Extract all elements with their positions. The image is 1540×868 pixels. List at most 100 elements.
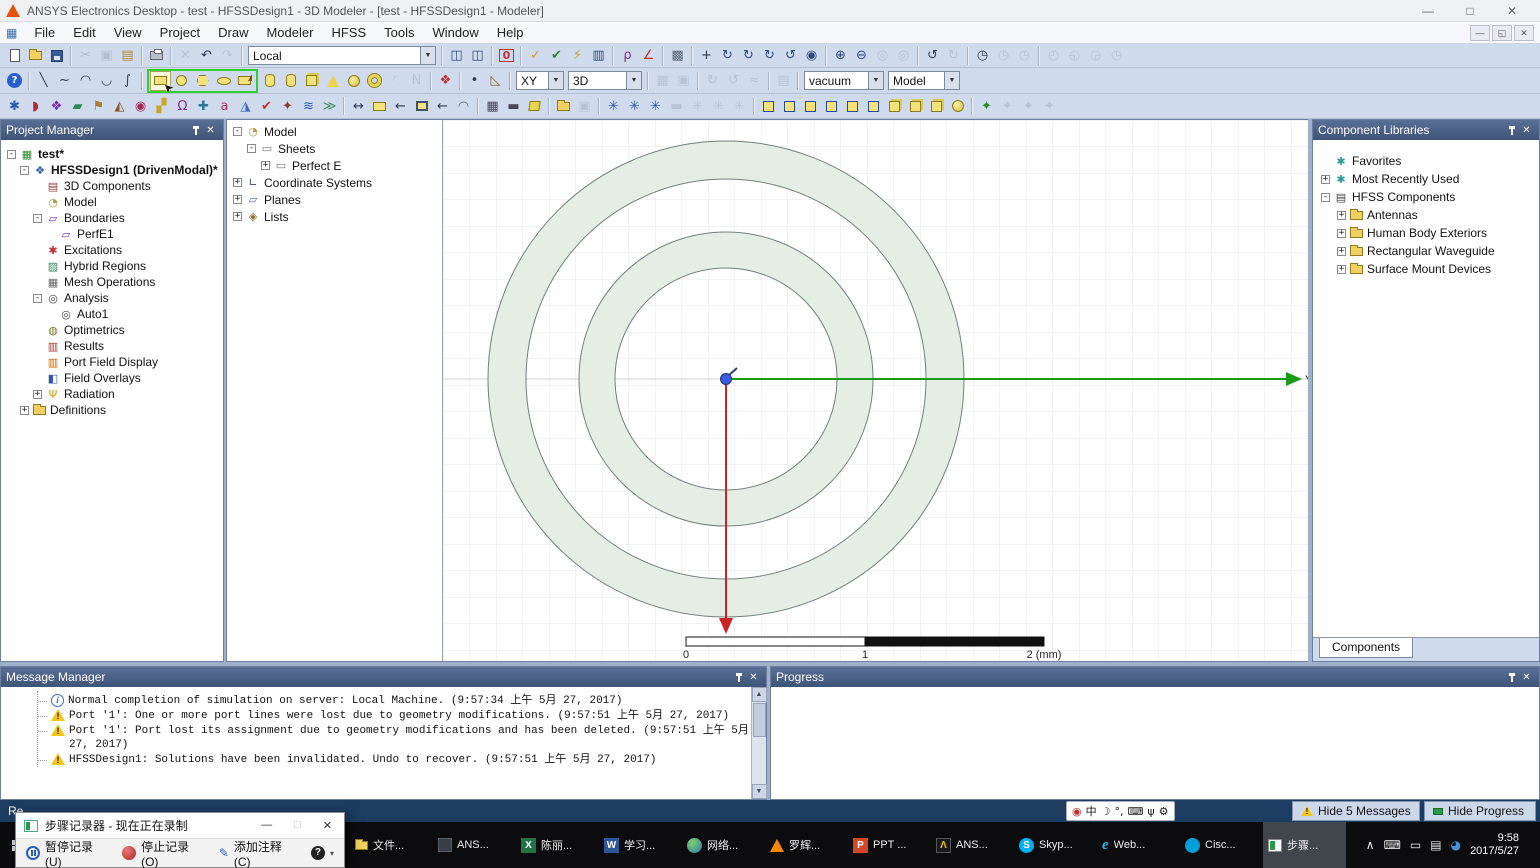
datasets-button[interactable]: ◮	[235, 96, 256, 116]
sweep-tool-button[interactable]	[947, 96, 968, 116]
chevron-down-icon[interactable]: ▼	[626, 72, 641, 89]
tree-expander[interactable]: +	[1337, 246, 1346, 256]
mirror-button[interactable]: ✳	[645, 96, 666, 116]
coordinate-system-select[interactable]: Local ▼	[248, 46, 436, 65]
tree-item-3d-components[interactable]: ▤ 3D Components	[3, 178, 223, 194]
taskbar-item-item[interactable]: 网络...	[682, 822, 765, 868]
menu-project[interactable]: Project	[151, 22, 209, 44]
menu-file[interactable]: File	[25, 22, 64, 44]
taskbar-item-item[interactable]: X 陈丽...	[516, 822, 599, 868]
material-select[interactable]: vacuum ▼	[804, 71, 884, 90]
chevron-down-icon[interactable]: ▼	[944, 72, 959, 89]
tree-expander[interactable]: +	[20, 405, 29, 415]
menu-modeler[interactable]: Modeler	[257, 22, 322, 44]
tree-item-model[interactable]: - ◔ Model	[229, 123, 442, 140]
punctuation-mode-icon[interactable]: °,	[1114, 806, 1123, 817]
tree-expander[interactable]: +	[1337, 228, 1346, 238]
assign-excitation-button[interactable]: ▰	[67, 96, 88, 116]
snap-mode-button[interactable]: ↔	[348, 96, 369, 116]
solution-type-button[interactable]: ✱	[4, 96, 25, 116]
pick-arc-button[interactable]: ◠	[453, 96, 474, 116]
chevron-down-icon[interactable]: ▼	[420, 47, 435, 64]
vector-fields-button[interactable]: ≫	[319, 96, 340, 116]
tree-item-results[interactable]: ▥ Results	[3, 338, 223, 354]
select-object-button[interactable]	[369, 96, 390, 116]
taskbar-item-cisc[interactable]: Cisc...	[1180, 822, 1263, 868]
tree-expander[interactable]: -	[1321, 192, 1330, 202]
tree-item-definitions[interactable]: + Definitions	[3, 402, 223, 418]
copy-image-button[interactable]: ▩	[667, 46, 688, 66]
menu-draw[interactable]: Draw	[209, 22, 257, 44]
tree-expander[interactable]: -	[233, 127, 242, 136]
tree-item-hfssdesign1-drivenmodal[interactable]: - ❖ HFSSDesign1 (DrivenModal)*	[3, 162, 223, 178]
modeler-viewport[interactable]: Y 0 1 2 (mm)	[443, 120, 1313, 661]
dynamic-zoom-button[interactable]: ◉	[801, 46, 822, 66]
tree-item-analysis[interactable]: - ◎ Analysis	[3, 290, 223, 306]
hide-progress-button[interactable]: Hide Progress	[1424, 801, 1536, 821]
chevron-down-icon[interactable]: ▼	[868, 72, 883, 89]
pause-recording-button[interactable]: 暂停记录(U)	[26, 838, 109, 868]
hide-messages-button[interactable]: Hide 5 Messages	[1292, 801, 1420, 821]
tab-components[interactable]: Components	[1319, 638, 1414, 658]
dynamic-rotate-button[interactable]: ↺	[780, 46, 801, 66]
tree-item-planes[interactable]: + ▱ Planes	[229, 191, 442, 208]
optimetrics-setup-button[interactable]: ◉	[130, 96, 151, 116]
notes-icon[interactable]: ▤	[1430, 839, 1441, 851]
tree-item-excitations[interactable]: ✱ Excitations	[3, 242, 223, 258]
tree-item-mesh-operations[interactable]: ▦ Mesh Operations	[3, 274, 223, 290]
connect-button[interactable]	[926, 96, 947, 116]
pin-icon[interactable]	[731, 670, 746, 685]
save-button[interactable]	[46, 46, 67, 66]
subtract-button[interactable]	[779, 96, 800, 116]
validate-design-button[interactable]: ◗	[25, 96, 46, 116]
tree-expander[interactable]: +	[233, 178, 242, 187]
tree-item-coordinate-systems[interactable]: + ∟ Coordinate Systems	[229, 174, 442, 191]
draw-equation-curve-button[interactable]: ∫	[117, 71, 138, 91]
move-button[interactable]: ✳	[603, 96, 624, 116]
pan-button[interactable]: +	[696, 46, 717, 66]
zoom-out-button[interactable]: ⊖	[851, 46, 872, 66]
draw-arc-3point-button[interactable]: ◡	[96, 71, 117, 91]
draw-line-button[interactable]: ╲	[33, 71, 54, 91]
soft-keyboard-icon[interactable]: ⌨	[1127, 806, 1143, 817]
solve-queue-button[interactable]: ▥	[588, 46, 609, 66]
menu-hfss[interactable]: HFSS	[322, 22, 375, 44]
draw-arc-center-button[interactable]: ◠	[75, 71, 96, 91]
select-by-name-button[interactable]	[411, 96, 432, 116]
maximize-button[interactable]: □	[1462, 4, 1478, 18]
tree-item-sheets[interactable]: - ▭ Sheets	[229, 140, 442, 157]
model-filter-select[interactable]: Model ▼	[888, 71, 960, 90]
pin-icon[interactable]	[188, 123, 203, 138]
tray-app-icon[interactable]: ◕	[1451, 839, 1461, 851]
half-full-width-icon[interactable]: ☽	[1101, 806, 1111, 817]
new-button[interactable]	[4, 46, 25, 66]
language-indicator-icon[interactable]: ◉	[1072, 806, 1082, 817]
draw-spline-button[interactable]: ~	[54, 71, 75, 91]
analyze-all-button[interactable]: ⚡	[567, 46, 588, 66]
draw-rectangle-button[interactable]: ➤	[150, 70, 176, 96]
chevron-down-icon[interactable]: ▾	[330, 849, 334, 858]
menu-window[interactable]: Window	[423, 22, 487, 44]
scroll-thumb[interactable]	[752, 703, 766, 737]
zoom-in-button[interactable]: ⊕	[830, 46, 851, 66]
tree-item-perfect-e[interactable]: + ▭ Perfect E	[229, 157, 442, 174]
rotate-model-center-button[interactable]: ↻	[759, 46, 780, 66]
taskbar-item-item[interactable]: W 学习...	[599, 822, 682, 868]
mesh-settings-button[interactable]: ⚑	[88, 96, 109, 116]
new-window-button[interactable]: ◫	[446, 46, 467, 66]
display-icon[interactable]: ▭	[1410, 839, 1421, 851]
close-icon[interactable]: ✕	[1519, 123, 1534, 138]
pick-edge-button[interactable]: ←	[432, 96, 453, 116]
undo-button[interactable]: ↶	[196, 46, 217, 66]
child-close-button[interactable]: ✕	[1514, 24, 1534, 41]
taskbar-item-item[interactable]: 文件...	[350, 822, 433, 868]
field-overlays-button[interactable]: Ω	[172, 96, 193, 116]
component-library-button[interactable]: ✦	[277, 96, 298, 116]
tree-expander[interactable]: +	[261, 161, 270, 170]
pin-icon[interactable]	[1504, 123, 1519, 138]
tree-expander[interactable]: +	[233, 195, 242, 204]
tree-item-favorites[interactable]: ✱ Favorites	[1315, 152, 1539, 170]
tree-item-hfss-components[interactable]: - ▤ HFSS Components	[1315, 188, 1539, 206]
tree-item-model[interactable]: ◔ Model	[3, 194, 223, 210]
menu-help[interactable]: Help	[488, 22, 533, 44]
